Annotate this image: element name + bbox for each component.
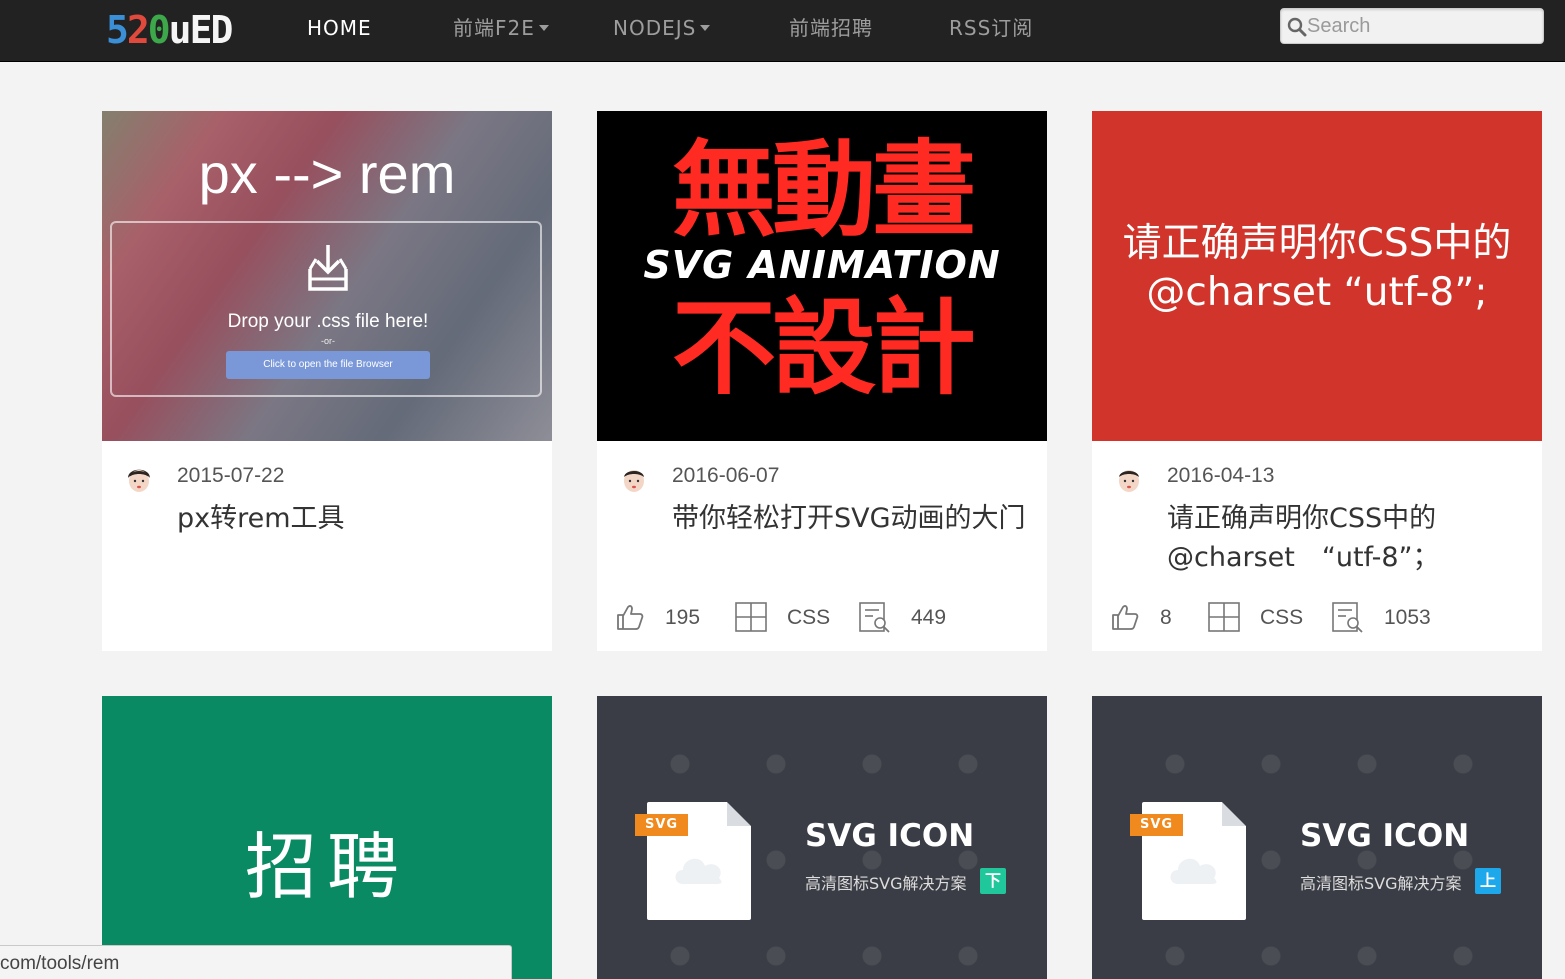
nav-item-home[interactable]: HOME: [307, 0, 372, 56]
post-title[interactable]: px转rem工具: [177, 499, 532, 538]
thumbnail-text: 请正确声明你CSS中的 @charset “utf-8”;: [1092, 219, 1542, 317]
open-file-browser-button: Click to open the file Browser: [226, 351, 430, 379]
post-thumbnail[interactable]: 無動畫 SVG ANIMATION 不設計: [597, 111, 1047, 441]
post-card[interactable]: px --> rem Drop your .css file here! -or…: [102, 111, 552, 651]
search-icon: [1287, 17, 1307, 37]
browser-status-bar: com/tools/rem: [0, 945, 512, 979]
like-count: 195: [665, 606, 701, 629]
post-card[interactable]: SVG SVG ICON 高清图标SVG解决方案 下: [597, 696, 1047, 979]
author-avatar: [124, 463, 154, 493]
cloud-icon: [675, 858, 722, 884]
thumbnail-line1: 请正确声明你CSS中的: [1122, 221, 1512, 266]
post-meta: 8 CSS 1053: [1110, 601, 1530, 635]
logo-char: u: [168, 8, 192, 52]
logo-char: 0: [147, 8, 171, 52]
post-thumbnail[interactable]: px --> rem Drop your .css file here! -or…: [102, 111, 552, 441]
logo-char: E: [189, 8, 213, 52]
author-avatar: [1114, 463, 1144, 493]
search-box: [1280, 8, 1544, 44]
thumbnail-subtitle: 高清图标SVG解决方案: [805, 874, 967, 893]
post-thumbnail[interactable]: 招聘: [102, 696, 552, 979]
thumbnail-badge: 上: [1475, 868, 1501, 894]
drop-zone: Drop your .css file here! -or- Click to …: [110, 221, 542, 397]
or-text: -or-: [321, 336, 335, 346]
category-grid-icon: [735, 602, 767, 632]
post-card[interactable]: SVG SVG ICON 高清图标SVG解决方案 上: [1092, 696, 1542, 979]
drop-text: Drop your .css file here!: [227, 311, 429, 332]
nav-item-label: NODEJS: [613, 16, 697, 40]
thumbs-up-icon[interactable]: [1110, 602, 1140, 632]
search-input[interactable]: [1307, 11, 1537, 41]
thumbnail-line3: 不設計: [671, 287, 976, 409]
thumbnail-subtitle: 高清图标SVG解决方案: [1300, 874, 1462, 893]
post-card[interactable]: 無動畫 SVG ANIMATION 不設計 2016-06-07 带你轻松打开S…: [597, 111, 1047, 651]
nav-item-label: 前端F2E: [453, 16, 535, 40]
post-thumbnail[interactable]: SVG SVG ICON 高清图标SVG解决方案 下: [597, 696, 1047, 979]
author-avatar: [619, 463, 649, 493]
post-thumbnail[interactable]: SVG SVG ICON 高清图标SVG解决方案 上: [1092, 696, 1542, 979]
nav-item-jobs[interactable]: 前端招聘: [789, 0, 873, 56]
like-count: 8: [1160, 606, 1172, 629]
nav-item-f2e[interactable]: 前端F2E: [453, 0, 549, 56]
thumbnail-line2: SVG ANIMATION: [643, 243, 1001, 287]
nav-item-label: RSS订阅: [949, 16, 1034, 40]
thumbnail-title: SVG ICON: [1300, 818, 1470, 854]
file-tag: SVG: [1130, 814, 1184, 836]
chevron-down-icon: [700, 25, 711, 31]
download-tray-icon: [308, 245, 348, 291]
nav-item-rss[interactable]: RSS订阅: [949, 0, 1033, 56]
logo-char: D: [210, 8, 233, 52]
top-navbar: 520uED HOME 前端F2E NODEJS 前端招聘 RSS订阅: [0, 0, 1565, 62]
nav-item-label: 前端招聘: [789, 16, 873, 40]
logo-char: 5: [106, 8, 129, 52]
post-meta: 195 CSS 449: [615, 601, 1035, 635]
thumbnail-line2: @charset “utf-8”;: [1146, 270, 1488, 315]
post-date: 2016-06-07: [672, 464, 780, 487]
post-category[interactable]: CSS: [787, 601, 830, 635]
views-icon: [1332, 602, 1363, 633]
thumbnail-badge: 下: [980, 868, 1006, 894]
view-count: 1053: [1384, 606, 1431, 629]
thumbnail-line1: 無動畫: [671, 129, 976, 251]
post-title[interactable]: 带你轻松打开SVG动画的大门: [672, 499, 1027, 538]
post-title[interactable]: 请正确声明你CSS中的@charset “utf-8”；: [1167, 499, 1522, 577]
chevron-down-icon: [538, 25, 549, 31]
file-tag: SVG: [635, 814, 689, 836]
cloud-icon: [1170, 858, 1217, 884]
post-card[interactable]: 请正确声明你CSS中的 @charset “utf-8”; 2016-04-13…: [1092, 111, 1542, 651]
post-card[interactable]: 招聘: [102, 696, 552, 979]
post-category[interactable]: CSS: [1260, 601, 1303, 635]
svg-file-icon: SVG: [635, 802, 751, 920]
site-logo[interactable]: 520uED: [106, 8, 233, 52]
post-date: 2016-04-13: [1167, 464, 1275, 487]
thumbs-up-icon[interactable]: [615, 602, 645, 632]
nav-item-label: HOME: [307, 16, 372, 40]
post-thumbnail[interactable]: 请正确声明你CSS中的 @charset “utf-8”;: [1092, 111, 1542, 441]
svg-file-icon: SVG: [1130, 802, 1246, 920]
thumbnail-text: 招聘: [244, 825, 409, 909]
thumbnail-title: SVG ICON: [805, 818, 975, 854]
post-date: 2015-07-22: [177, 464, 285, 487]
thumbnail-heading: px --> rem: [198, 142, 456, 205]
category-grid-icon: [1208, 602, 1240, 632]
nav-item-nodejs[interactable]: NODEJS: [613, 0, 711, 56]
status-url: com/tools/rem: [0, 953, 120, 974]
view-count: 449: [911, 606, 947, 629]
views-icon: [859, 602, 890, 633]
logo-char: 2: [126, 8, 150, 52]
